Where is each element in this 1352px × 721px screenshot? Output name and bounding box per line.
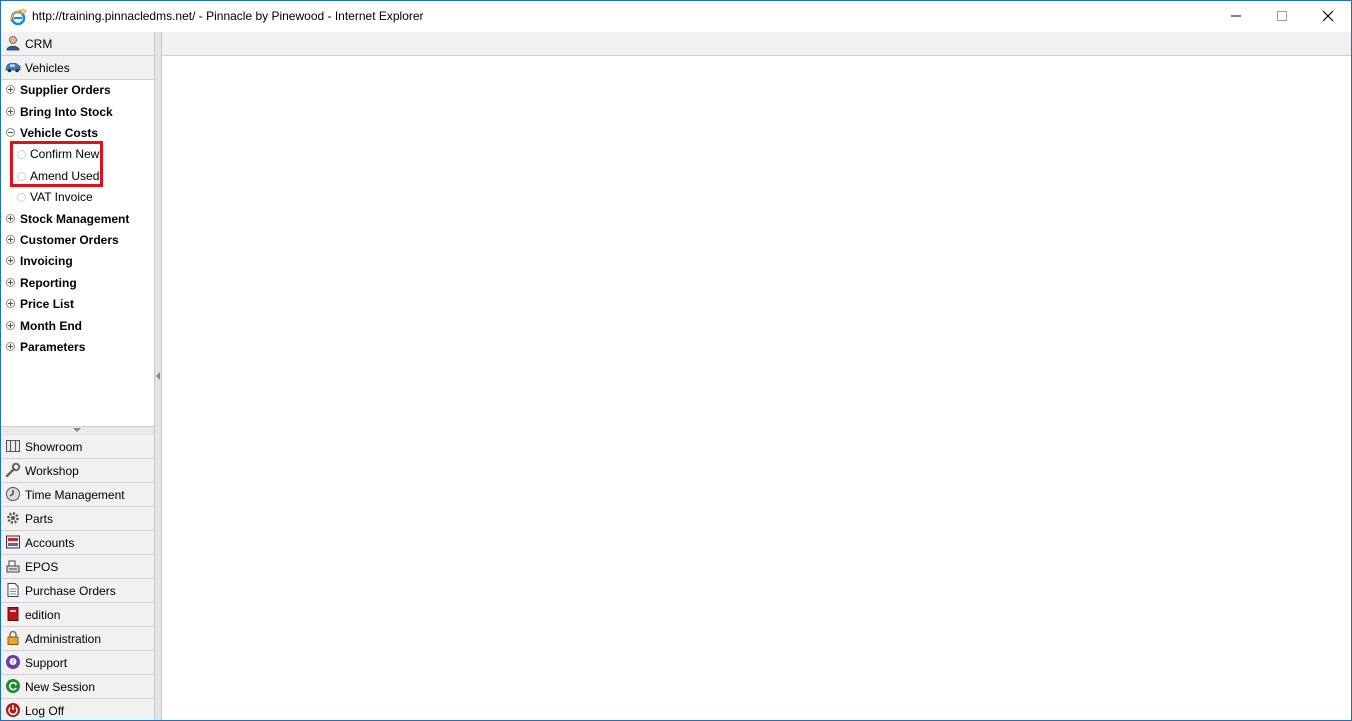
expand-plus-icon[interactable]: [6, 214, 15, 223]
main-content-area: [162, 32, 1351, 720]
module-support[interactable]: ? Support: [1, 651, 154, 675]
document-icon: [7, 583, 19, 597]
close-button[interactable]: [1305, 1, 1351, 32]
tree-group-stock-management[interactable]: Stock Management: [1, 209, 154, 229]
tree-group-label: Customer Orders: [20, 233, 119, 247]
cash-register-icon: [6, 560, 20, 573]
expand-plus-icon[interactable]: [6, 256, 15, 265]
window-title: http://training.pinnacledms.net/ - Pinna…: [32, 9, 424, 23]
tree-group-price-list[interactable]: Price List: [1, 294, 154, 314]
module-label: Support: [25, 656, 68, 670]
navigation-sidebar: CRM Vehicles Supplier Orders Bring Into …: [1, 32, 155, 720]
module-workshop[interactable]: Workshop: [1, 459, 154, 483]
expand-plus-icon[interactable]: [6, 299, 15, 308]
collapse-minus-icon[interactable]: [6, 128, 15, 137]
module-label: Workshop: [25, 464, 79, 478]
main-toolbar: [162, 32, 1351, 56]
tree-group-label: Supplier Orders: [20, 83, 111, 97]
gear-icon: [7, 512, 19, 524]
module-label: Purchase Orders: [25, 584, 116, 598]
module-label: New Session: [25, 680, 96, 694]
tree-group-supplier-orders[interactable]: Supplier Orders: [1, 80, 154, 100]
nav-header-crm[interactable]: CRM: [1, 32, 154, 56]
module-time-management[interactable]: Time Management: [1, 483, 154, 507]
nav-header-label: Vehicles: [25, 61, 70, 75]
tree-group-label: Month End: [20, 319, 82, 333]
module-label: Showroom: [25, 440, 83, 454]
expand-plus-icon[interactable]: [6, 278, 15, 287]
lock-icon: [7, 630, 19, 645]
tree-leaf-dot-icon: [17, 150, 26, 159]
module-new-session[interactable]: New Session: [1, 675, 154, 699]
module-administration[interactable]: Administration: [1, 627, 154, 651]
tree-group-bring-into-stock[interactable]: Bring Into Stock: [1, 102, 154, 122]
expand-plus-icon[interactable]: [6, 321, 15, 330]
tree-group-label: Price List: [20, 297, 75, 311]
splitter-arrow-down-icon: [73, 428, 81, 432]
module-label: Time Management: [25, 488, 125, 502]
tree-group-parameters[interactable]: Parameters: [1, 337, 154, 357]
book-icon: [7, 607, 19, 621]
power-icon: [6, 703, 20, 717]
module-label: Log Off: [25, 704, 65, 718]
expand-plus-icon[interactable]: [6, 235, 15, 244]
tree-group-reporting[interactable]: Reporting: [1, 273, 154, 293]
minimize-icon: [1231, 15, 1241, 17]
support-chat-icon: ?: [6, 655, 20, 669]
user-icon: [6, 36, 20, 51]
showroom-icon: [6, 440, 20, 452]
maximize-icon: [1277, 11, 1287, 21]
tree-group-customer-orders[interactable]: Customer Orders: [1, 230, 154, 250]
tree-group-label: Vehicle Costs: [20, 126, 99, 140]
refresh-icon: [6, 679, 20, 693]
car-icon: [5, 63, 21, 73]
tree-item-amend-used[interactable]: Amend Used: [1, 166, 154, 186]
tree-leaf-dot-icon: [17, 193, 26, 202]
close-icon: [1322, 10, 1334, 22]
expand-plus-icon[interactable]: [6, 107, 15, 116]
tree-item-confirm-new[interactable]: Confirm New: [1, 144, 154, 164]
tree-group-label: Parameters: [20, 340, 86, 354]
module-label: Parts: [25, 512, 54, 526]
nav-header-vehicles[interactable]: Vehicles: [1, 56, 154, 80]
module-epos[interactable]: EPOS: [1, 555, 154, 579]
tree-item-vat-invoice[interactable]: VAT Invoice: [1, 187, 154, 207]
maximize-button[interactable]: [1259, 1, 1305, 32]
module-showroom[interactable]: Showroom: [1, 435, 154, 459]
tree-item-label: Confirm New: [30, 147, 100, 161]
module-label: Administration: [25, 632, 102, 646]
module-parts[interactable]: Parts: [1, 507, 154, 531]
tree-group-label: Invoicing: [20, 254, 73, 268]
svg-text:?: ?: [11, 659, 14, 666]
module-label: edition: [25, 608, 61, 622]
tree-group-month-end[interactable]: Month End: [1, 316, 154, 336]
splitter-arrow-left-icon: [156, 372, 160, 380]
module-accounts[interactable]: Accounts: [1, 531, 154, 555]
module-log-off[interactable]: Log Off: [1, 699, 154, 720]
tree-item-label: Amend Used: [30, 169, 100, 183]
title-bar[interactable]: http://training.pinnacledms.net/ - Pinna…: [1, 1, 1351, 32]
browser-window: http://training.pinnacledms.net/ - Pinna…: [0, 0, 1352, 721]
tree-group-label: Bring Into Stock: [20, 105, 113, 119]
tree-leaf-dot-icon: [17, 172, 26, 181]
calculator-icon: [6, 535, 20, 549]
minimize-button[interactable]: [1213, 1, 1259, 32]
nav-header-label: CRM: [25, 37, 53, 51]
sidebar-vertical-splitter[interactable]: [155, 32, 162, 720]
tree-group-invoicing[interactable]: Invoicing: [1, 251, 154, 271]
tree-group-label: Reporting: [20, 276, 77, 290]
clock-icon: [6, 487, 20, 501]
wrench-icon: [5, 462, 21, 478]
tree-group-vehicle-costs[interactable]: Vehicle Costs: [1, 123, 154, 143]
module-label: Accounts: [25, 536, 75, 550]
module-edition[interactable]: edition: [1, 603, 154, 627]
expand-plus-icon[interactable]: [6, 342, 15, 351]
tree-group-label: Stock Management: [20, 212, 130, 226]
module-purchase-orders[interactable]: Purchase Orders: [1, 579, 154, 603]
module-label: EPOS: [25, 560, 59, 574]
tree-item-label: VAT Invoice: [30, 190, 93, 204]
internet-explorer-icon: [9, 9, 27, 26]
expand-plus-icon[interactable]: [6, 85, 15, 94]
